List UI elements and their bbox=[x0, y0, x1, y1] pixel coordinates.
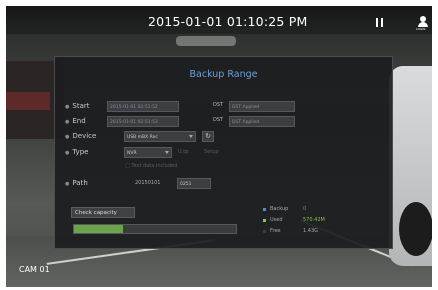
path-folder: 20150101 bbox=[135, 180, 161, 186]
path-file-input[interactable]: 0251 bbox=[177, 178, 211, 189]
capacity-legend: Backup 0 Used 570.42M Free 1.43G bbox=[263, 205, 343, 238]
legend-swatch bbox=[263, 230, 266, 233]
capacity-progress-fill bbox=[74, 225, 123, 233]
text-data-row: □ Text data Included bbox=[65, 161, 385, 173]
end-dst-field[interactable]: DST Applied bbox=[229, 116, 295, 127]
top-bar: 2015-01-01 01:10:25 PM LOGIN bbox=[6, 6, 432, 34]
check-capacity-button[interactable]: Check capacity bbox=[71, 207, 135, 218]
start-datetime-field[interactable]: 2015-01-01 02:51:52 bbox=[107, 101, 179, 112]
type-label: ● Type bbox=[65, 148, 89, 156]
legend-key: Backup bbox=[270, 206, 289, 212]
device-select[interactable]: USB mBX Rec bbox=[124, 131, 196, 142]
end-label: ● End bbox=[65, 117, 86, 125]
backup-range-dialog: Backup Range ● Start 2015-01-01 02:51:52 … bbox=[54, 56, 393, 249]
legend-key: Free bbox=[270, 228, 281, 234]
user-label: LOGIN bbox=[416, 27, 426, 31]
type-select[interactable]: NVR bbox=[124, 147, 172, 158]
legend-key: Used bbox=[270, 217, 283, 223]
type-setup-button[interactable]: Setup bbox=[204, 149, 219, 155]
dialog-title: Backup Range bbox=[189, 69, 258, 80]
chevron-down-icon bbox=[165, 151, 169, 154]
pause-icon[interactable] bbox=[376, 18, 383, 27]
device-label: ● Device bbox=[65, 132, 97, 140]
refresh-icon[interactable]: ↻ bbox=[202, 131, 214, 142]
capacity-progress-bar bbox=[73, 224, 237, 234]
start-dst-label: DST bbox=[213, 102, 224, 108]
end-dst-label: DST bbox=[213, 117, 224, 123]
legend-value: 0 bbox=[303, 206, 307, 212]
camera-view: 2015-01-01 01:10:25 PM LOGIN CAM 01 Back… bbox=[6, 6, 432, 287]
type-option-utp[interactable]: U.tp bbox=[178, 149, 188, 155]
device-row: ● Device USB mBX Rec ↻ bbox=[65, 131, 385, 143]
ceiling-light bbox=[176, 36, 236, 46]
car-taillight bbox=[6, 92, 50, 110]
type-row: ● Type NVR U.tp Setup bbox=[65, 147, 385, 159]
legend-backup: Backup 0 bbox=[263, 205, 343, 216]
text-data-checkbox[interactable]: □ Text data Included bbox=[125, 163, 177, 169]
legend-free: Free 1.43G bbox=[263, 227, 343, 238]
device-value: USB mBX Rec bbox=[127, 135, 158, 140]
car-wheel bbox=[399, 202, 432, 256]
legend-used: Used 570.42M bbox=[263, 216, 343, 227]
chevron-down-icon bbox=[189, 135, 193, 138]
start-label: ● Start bbox=[65, 102, 90, 110]
text-data-label: Text data Included bbox=[131, 163, 178, 169]
legend-swatch bbox=[263, 219, 266, 222]
start-row: ● Start 2015-01-01 02:51:52 DST DST Appli… bbox=[65, 101, 385, 113]
datetime-display: 2015-01-01 01:10:25 PM bbox=[148, 14, 308, 29]
type-value: NVR bbox=[127, 151, 137, 156]
legend-swatch bbox=[263, 208, 266, 211]
camera-label: CAM 01 bbox=[19, 265, 50, 274]
path-row: ● Path 20150101 0251 bbox=[65, 178, 385, 190]
user-icon[interactable]: LOGIN bbox=[416, 16, 430, 32]
end-datetime-field[interactable]: 2015-01-01 02:51:53 bbox=[107, 116, 179, 127]
path-label: ● Path bbox=[65, 179, 88, 187]
legend-value: 570.42M bbox=[303, 217, 325, 223]
start-dst-field[interactable]: DST Applied bbox=[229, 101, 295, 112]
end-row: ● End 2015-01-01 02:51:53 DST DST Applied bbox=[65, 116, 385, 128]
legend-value: 1.43G bbox=[303, 228, 319, 234]
